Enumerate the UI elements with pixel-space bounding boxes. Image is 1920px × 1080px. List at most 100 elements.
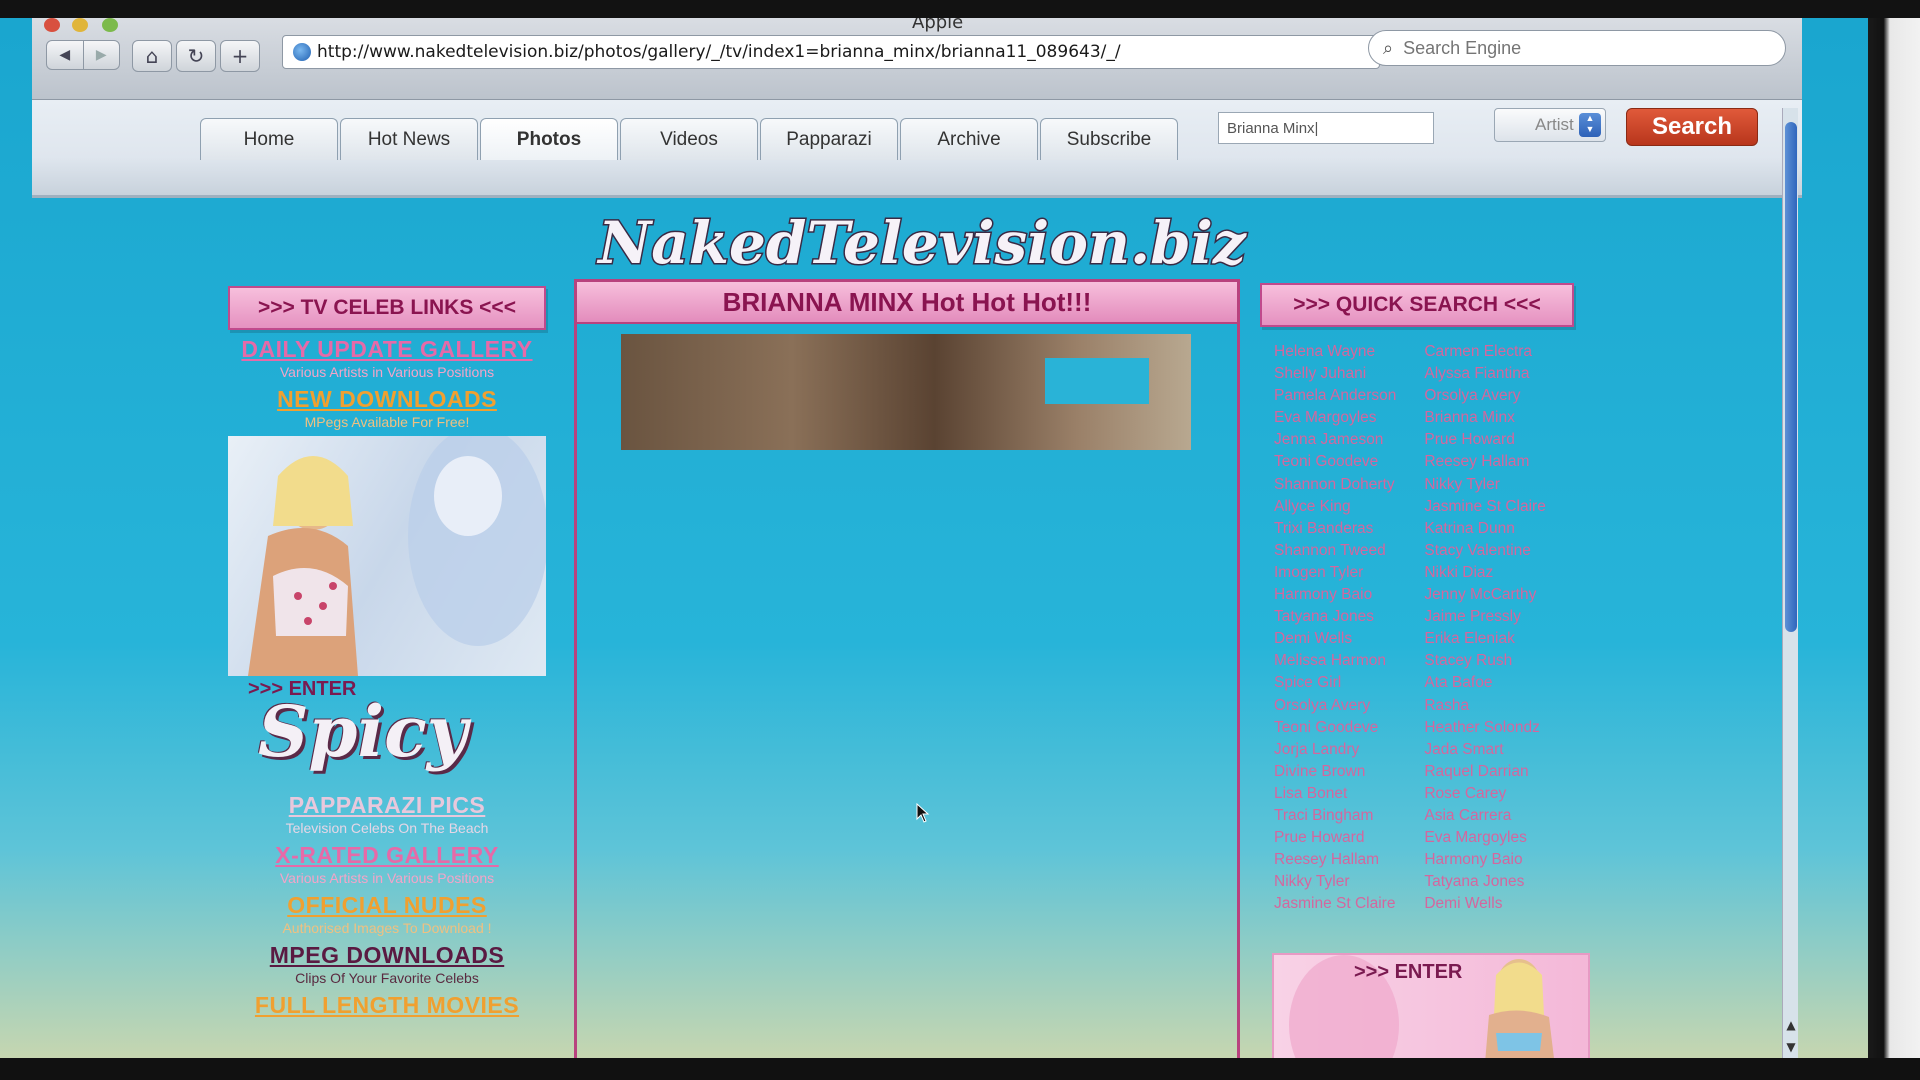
- browser-search-field[interactable]: ⌕: [1368, 30, 1786, 66]
- tab-home[interactable]: Home: [200, 118, 338, 160]
- link-title[interactable]: OFFICIAL NUDES: [228, 892, 546, 919]
- enter-promo-banner[interactable]: >>> ENTER: [1272, 953, 1590, 1058]
- celeb-name-link[interactable]: Eva Margoyles: [1274, 407, 1396, 429]
- celeb-name-link[interactable]: Prue Howard: [1424, 429, 1545, 451]
- celeb-name-link[interactable]: Pamela Anderson: [1274, 385, 1396, 407]
- celeb-name-link[interactable]: Stacy Valentine: [1424, 540, 1545, 562]
- celeb-name-link[interactable]: Jenna Jameson: [1274, 429, 1396, 451]
- forward-icon[interactable]: ▶: [82, 41, 120, 69]
- celeb-name-link[interactable]: Jada Smart: [1424, 739, 1545, 761]
- link-title[interactable]: FULL LENGTH MOVIES: [228, 992, 546, 1019]
- celeb-name-link[interactable]: Raquel Darrian: [1424, 761, 1545, 783]
- link-title[interactable]: MPEG DOWNLOADS: [228, 942, 546, 969]
- home-icon[interactable]: ⌂: [132, 40, 172, 72]
- celeb-name-link[interactable]: Harmony Baio: [1424, 849, 1545, 871]
- zoom-window-icon[interactable]: [102, 18, 118, 32]
- celeb-name-link[interactable]: Lisa Bonet: [1274, 783, 1396, 805]
- celeb-name-link[interactable]: Heather Solondz: [1424, 717, 1545, 739]
- back-icon[interactable]: ◀: [47, 41, 83, 69]
- celeb-name-link[interactable]: Jaime Pressly: [1424, 606, 1545, 628]
- papparazi-pics-link[interactable]: PAPPARAZI PICS Television Celebs On The …: [228, 792, 546, 836]
- official-nudes-link[interactable]: OFFICIAL NUDES Authorised Images To Down…: [228, 892, 546, 936]
- link-title[interactable]: DAILY UPDATE GALLERY: [228, 336, 546, 363]
- mpeg-downloads-link[interactable]: MPEG DOWNLOADS Clips Of Your Favorite Ce…: [228, 942, 546, 986]
- celeb-name-link[interactable]: Tatyana Jones: [1274, 606, 1396, 628]
- link-title[interactable]: NEW DOWNLOADS: [228, 386, 546, 413]
- link-title[interactable]: X-RATED GALLERY: [228, 842, 546, 869]
- daily-update-link[interactable]: DAILY UPDATE GALLERY Various Artists in …: [228, 336, 546, 380]
- site-logo[interactable]: NakedTelevision.biz: [562, 203, 1282, 289]
- celeb-name-link[interactable]: Helena Wayne: [1274, 341, 1396, 363]
- celeb-name-link[interactable]: Trixi Banderas: [1274, 518, 1396, 540]
- celeb-name-link[interactable]: Alyssa Fiantina: [1424, 363, 1545, 385]
- address-bar[interactable]: http://www.nakedtelevision.biz/photos/ga…: [282, 35, 1380, 69]
- tab-archive[interactable]: Archive: [900, 118, 1038, 160]
- add-bookmark-icon[interactable]: +: [220, 40, 260, 72]
- celeb-name-link[interactable]: Asia Carrera: [1424, 805, 1545, 827]
- celeb-name-link[interactable]: Demi Wells: [1274, 628, 1396, 650]
- close-window-icon[interactable]: [44, 18, 60, 32]
- scrollbar-thumb[interactable]: [1785, 122, 1797, 632]
- celeb-name-link[interactable]: Eva Margoyles: [1424, 827, 1545, 849]
- celeb-name-link[interactable]: Rasha: [1424, 695, 1545, 717]
- celeb-name-link[interactable]: Teoni Goodeve: [1274, 451, 1396, 473]
- celeb-name-link[interactable]: Imogen Tyler: [1274, 562, 1396, 584]
- celeb-name-link[interactable]: Nikky Tyler: [1274, 871, 1396, 893]
- celeb-name-link[interactable]: Tatyana Jones: [1424, 871, 1545, 893]
- promo-image[interactable]: [228, 436, 546, 676]
- celeb-name-link[interactable]: Orsolya Avery: [1424, 385, 1545, 407]
- browser-search-input[interactable]: [1403, 37, 1704, 59]
- reload-icon[interactable]: ↻: [176, 40, 216, 72]
- site-search-button[interactable]: Search: [1626, 108, 1758, 146]
- celeb-name-link[interactable]: Demi Wells: [1424, 893, 1545, 915]
- celeb-name-link[interactable]: Stacey Rush: [1424, 650, 1545, 672]
- celeb-name-link[interactable]: Erika Eleniak: [1424, 628, 1545, 650]
- celeb-name-link[interactable]: Shannon Tweed: [1274, 540, 1396, 562]
- link-subtitle: Clips Of Your Favorite Celebs: [295, 970, 479, 986]
- minimize-window-icon[interactable]: [72, 18, 88, 32]
- enter-spicy-banner[interactable]: >>> ENTER Spicy: [228, 676, 546, 786]
- celeb-name-link[interactable]: Jasmine St Claire: [1274, 893, 1396, 915]
- tab-photos[interactable]: Photos: [480, 118, 618, 160]
- celeb-name-link[interactable]: Rose Carey: [1424, 783, 1545, 805]
- celeb-name-link[interactable]: Reesey Hallam: [1424, 451, 1545, 473]
- link-title[interactable]: PAPPARAZI PICS: [228, 792, 546, 819]
- celeb-name-link[interactable]: Shannon Doherty: [1274, 474, 1396, 496]
- celeb-name-link[interactable]: Reesey Hallam: [1274, 849, 1396, 871]
- celeb-name-link[interactable]: Brianna Minx: [1424, 407, 1545, 429]
- spicy-logo[interactable]: Spicy: [258, 690, 467, 773]
- celeb-name-link[interactable]: Traci Bingham: [1274, 805, 1396, 827]
- celeb-name-link[interactable]: Nikki Diaz: [1424, 562, 1545, 584]
- celeb-name-link[interactable]: Teoni Goodeve: [1274, 717, 1396, 739]
- celeb-name-link[interactable]: Divine Brown: [1274, 761, 1396, 783]
- celeb-name-link[interactable]: Spice Girl: [1274, 672, 1396, 694]
- site-globe-icon: [293, 43, 311, 61]
- tab-videos[interactable]: Videos: [620, 118, 758, 160]
- celeb-name-link[interactable]: Jenny McCarthy: [1424, 584, 1545, 606]
- full-length-movies-link[interactable]: FULL LENGTH MOVIES: [228, 992, 546, 1019]
- tab-subscribe[interactable]: Subscribe: [1040, 118, 1178, 160]
- celeb-name-link[interactable]: Harmony Baio: [1274, 584, 1396, 606]
- celeb-name-link[interactable]: Allyce King: [1274, 496, 1396, 518]
- site-search-input[interactable]: Brianna Minx|: [1218, 112, 1434, 144]
- page-scrollbar[interactable]: ▲ ▼: [1782, 108, 1798, 1058]
- new-downloads-link[interactable]: NEW DOWNLOADS MPegs Available For Free!: [228, 386, 546, 430]
- x-rated-gallery-link[interactable]: X-RATED GALLERY Various Artists in Vario…: [228, 842, 546, 886]
- celeb-name-link[interactable]: Shelly Juhani: [1274, 363, 1396, 385]
- gallery-title: BRIANNA MINX Hot Hot Hot!!!: [577, 282, 1237, 324]
- url-text[interactable]: http://www.nakedtelevision.biz/photos/ga…: [317, 42, 1121, 62]
- tab-papparazi[interactable]: Papparazi: [760, 118, 898, 160]
- search-filter-select[interactable]: Artist ▲ ▼: [1494, 108, 1606, 142]
- celeb-name-link[interactable]: Ata Bafoe: [1424, 672, 1545, 694]
- tab-hot-news[interactable]: Hot News: [340, 118, 478, 160]
- celeb-name-link[interactable]: Katrina Dunn: [1424, 518, 1545, 540]
- celeb-name-link[interactable]: Orsolya Avery: [1274, 695, 1396, 717]
- celeb-name-link[interactable]: Nikky Tyler: [1424, 474, 1545, 496]
- celeb-name-link[interactable]: Prue Howard: [1274, 827, 1396, 849]
- celeb-name-link[interactable]: Jasmine St Claire: [1424, 496, 1545, 518]
- celeb-names-column-1: Helena Wayne Shelly Juhani Pamela Anderson…: [1274, 341, 1396, 915]
- scroll-arrows[interactable]: ▲ ▼: [1783, 1014, 1799, 1058]
- celeb-name-link[interactable]: Carmen Electra: [1424, 341, 1545, 363]
- celeb-name-link[interactable]: Melissa Harmon: [1274, 650, 1396, 672]
- celeb-name-link[interactable]: Jorja Landry: [1274, 739, 1396, 761]
